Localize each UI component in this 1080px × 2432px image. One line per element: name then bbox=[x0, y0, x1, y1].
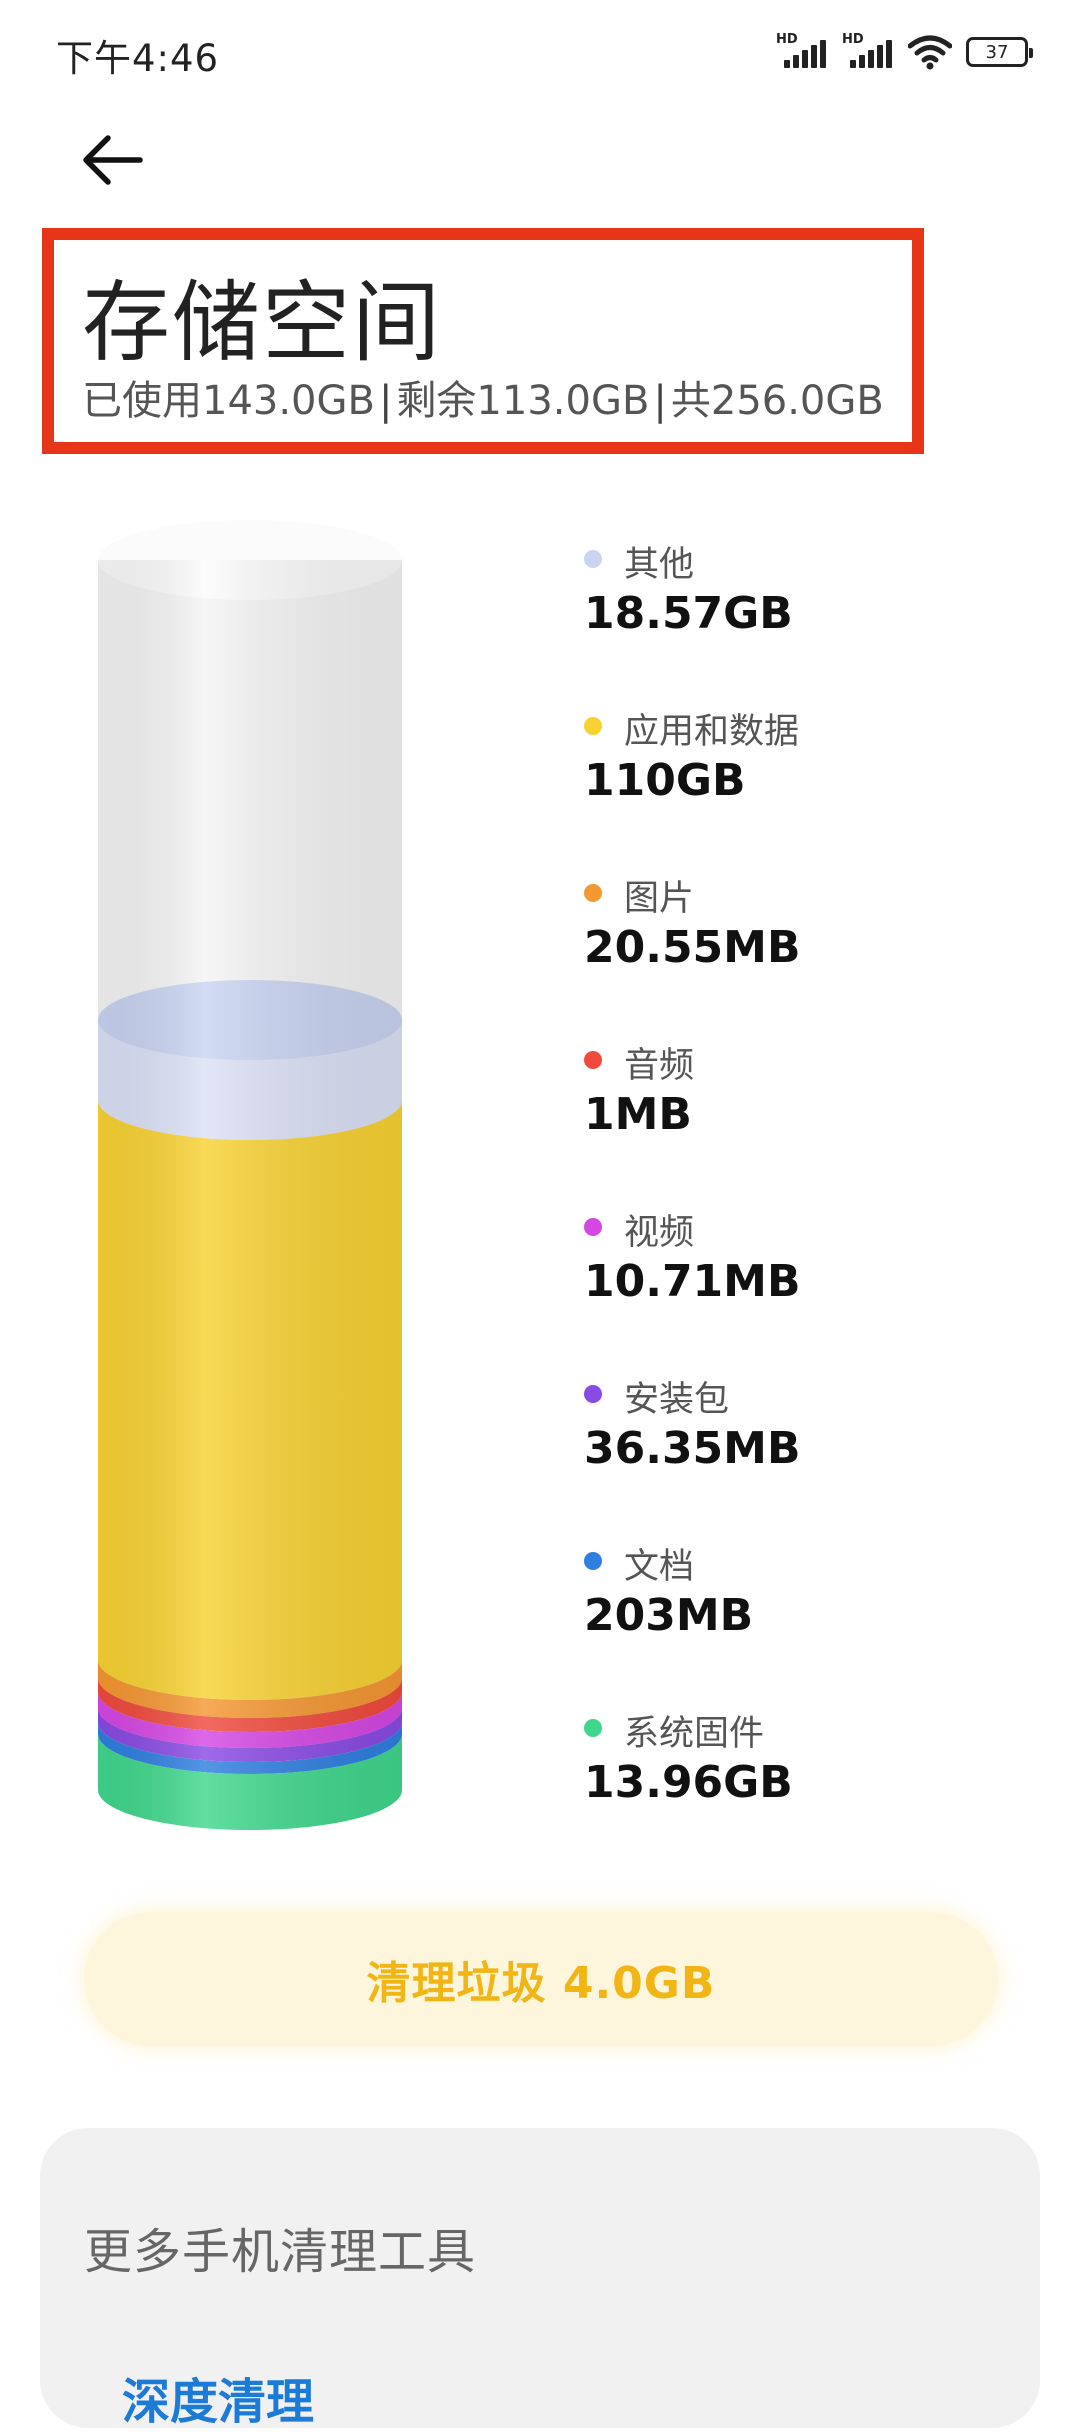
legend-value: 20.55MB bbox=[584, 922, 801, 973]
legend-value: 110GB bbox=[584, 755, 746, 806]
total-storage: 共256.0GB bbox=[670, 378, 884, 424]
dot-icon bbox=[584, 1552, 602, 1570]
dot-icon bbox=[584, 1051, 602, 1069]
legend-item-audio[interactable]: 音频 1MB bbox=[582, 1031, 1022, 1198]
dot-icon bbox=[584, 884, 602, 902]
legend-value: 203MB bbox=[584, 1590, 754, 1641]
dot-icon bbox=[584, 1385, 602, 1403]
status-icons: HD HD 37 bbox=[776, 30, 1033, 74]
legend-item-images[interactable]: 图片 20.55MB bbox=[582, 864, 1022, 1031]
legend-value: 10.71MB bbox=[584, 1256, 801, 1307]
legend-item-other[interactable]: 其他 18.57GB bbox=[582, 530, 1022, 697]
storage-cylinder-chart bbox=[98, 520, 402, 1830]
battery-level: 37 bbox=[985, 41, 1009, 63]
back-arrow-icon bbox=[83, 135, 143, 185]
legend-label: 文档 bbox=[624, 1547, 695, 1587]
signal-icon-sim2: HD bbox=[842, 32, 894, 72]
page-title: 存储空间 bbox=[82, 271, 443, 374]
legend-label: 其他 bbox=[624, 545, 695, 585]
status-time: 下午4:46 bbox=[56, 37, 220, 80]
legend-label: 视频 bbox=[624, 1213, 695, 1253]
legend-value: 1MB bbox=[584, 1089, 692, 1140]
status-bar: 下午4:46 HD HD 37 bbox=[0, 0, 1080, 110]
legend-item-apps[interactable]: 应用和数据 110GB bbox=[582, 697, 1022, 864]
signal-icon-sim1: HD bbox=[776, 32, 828, 72]
clean-junk-label: 清理垃圾 4.0GB bbox=[366, 1958, 716, 2009]
storage-summary: 已使用143.0GB | 剩余113.0GB | 共256.0GB bbox=[82, 378, 884, 424]
legend-label: 系统固件 bbox=[624, 1714, 765, 1754]
deep-clean-link[interactable]: 深度清理 bbox=[122, 2362, 314, 2432]
legend-label: 图片 bbox=[624, 879, 695, 919]
storage-legend: 其他 18.57GB 应用和数据 110GB 图片 20.55MB 音频 1MB… bbox=[582, 530, 1022, 1866]
legend-item-docs[interactable]: 文档 203MB bbox=[582, 1532, 1022, 1699]
legend-item-video[interactable]: 视频 10.71MB bbox=[582, 1198, 1022, 1365]
more-tools-title: 更多手机清理工具 bbox=[84, 2224, 477, 2280]
dot-icon bbox=[584, 1218, 602, 1236]
back-button[interactable] bbox=[78, 130, 148, 190]
legend-item-apk[interactable]: 安装包 36.35MB bbox=[582, 1365, 1022, 1532]
dot-icon bbox=[584, 1719, 602, 1737]
legend-label: 音频 bbox=[624, 1046, 695, 1086]
dot-icon bbox=[584, 550, 602, 568]
legend-label: 应用和数据 bbox=[624, 712, 800, 752]
clean-junk-button[interactable]: 清理垃圾 4.0GB bbox=[84, 1912, 998, 2046]
legend-label: 安装包 bbox=[624, 1380, 730, 1420]
remaining-storage: 剩余113.0GB bbox=[396, 378, 650, 424]
wifi-icon bbox=[908, 35, 952, 70]
used-storage: 已使用143.0GB bbox=[82, 378, 375, 424]
legend-item-system[interactable]: 系统固件 13.96GB bbox=[582, 1699, 1022, 1866]
legend-value: 13.96GB bbox=[584, 1757, 793, 1808]
dot-icon bbox=[584, 717, 602, 735]
legend-value: 36.35MB bbox=[584, 1423, 801, 1474]
legend-value: 18.57GB bbox=[584, 588, 793, 639]
battery-icon: 37 bbox=[966, 37, 1033, 67]
